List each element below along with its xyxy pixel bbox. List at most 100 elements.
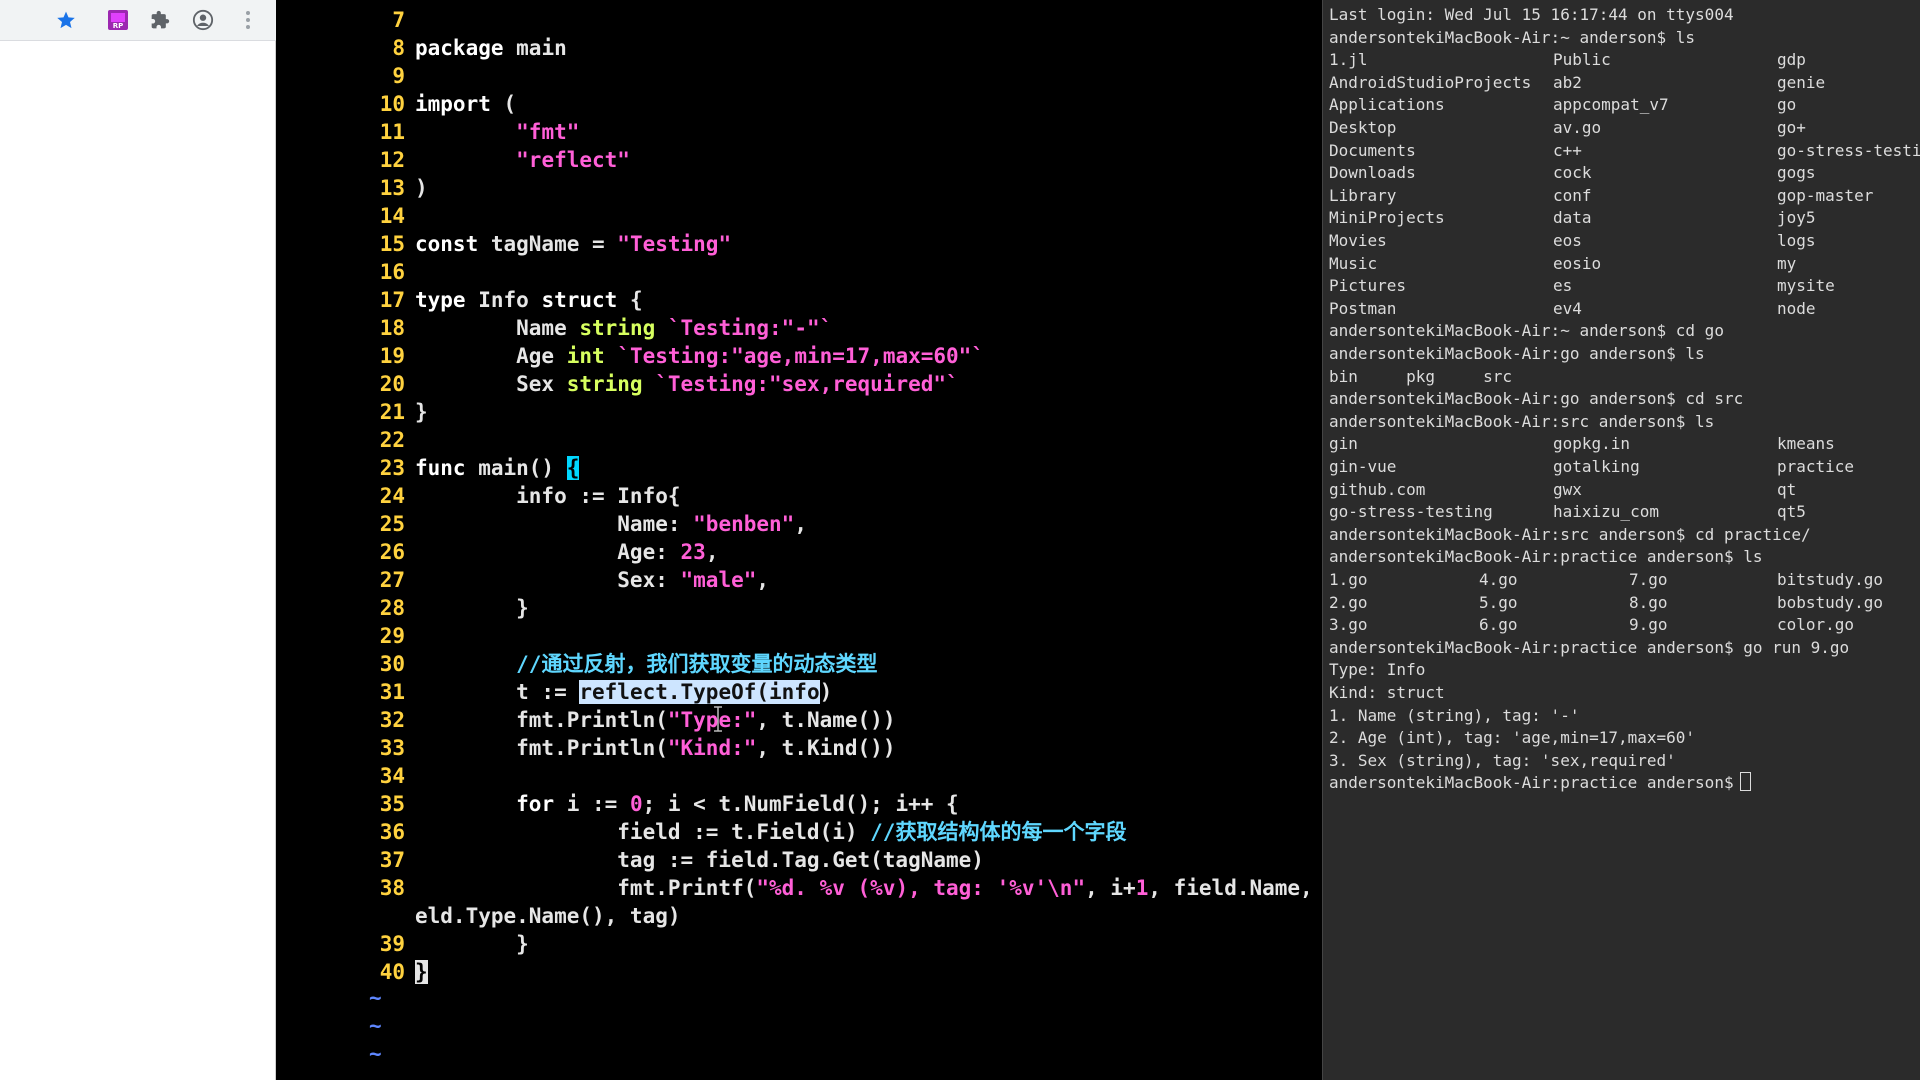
code-line[interactable]: 28 } [277, 594, 1321, 622]
code-text[interactable]: import ( [415, 90, 516, 118]
code-text[interactable]: type Info struct { [415, 286, 643, 314]
code-text[interactable]: fmt.Println("Kind:", t.Kind()) [415, 734, 895, 762]
code-line[interactable]: 12 "reflect" [277, 146, 1321, 174]
line-number: 14 [379, 204, 405, 228]
code-line[interactable]: 25 Name: "benben", [277, 510, 1321, 538]
code-text[interactable]: const tagName = "Testing" [415, 230, 731, 258]
code-line[interactable]: 10 import ( [277, 90, 1321, 118]
code-line[interactable]: 33 fmt.Println("Kind:", t.Kind()) [277, 734, 1321, 762]
ls-entry: gop-master [1777, 185, 1874, 205]
line-number: 33 [379, 736, 405, 760]
code-line[interactable]: 8 package main [277, 34, 1321, 62]
ls-entry: practice [1777, 457, 1855, 476]
code-line[interactable]: 38 fmt.Printf("%d. %v (%v), tag: '%v'\n"… [277, 874, 1351, 902]
code-line[interactable]: 11 "fmt" [277, 118, 1321, 146]
code-line[interactable]: 36 field := t.Field(i) //获取结构体的每一个字段 [277, 818, 1321, 846]
code-text[interactable]: fmt.Printf("%d. %v (%v), tag: '%v'\n", i… [415, 874, 1350, 902]
ls-entry: gin [1329, 434, 1358, 454]
ls-entry: 4.go [1479, 570, 1518, 589]
code-text[interactable]: Sex: "male", [415, 566, 769, 594]
code-text[interactable]: fmt.Println("Type:", t.Name()) [415, 706, 895, 734]
code-line[interactable]: 27 Sex: "male", [277, 566, 1321, 594]
star-icon[interactable] [54, 8, 78, 32]
code-text[interactable]: Age: 23, [415, 538, 718, 566]
line-number: 9 [392, 64, 405, 88]
line-number: 18 [379, 316, 405, 340]
code-text[interactable]: "reflect" [415, 146, 630, 174]
menu-dots-icon[interactable] [236, 8, 260, 32]
line-number: 35 [379, 792, 405, 816]
code-text[interactable]: eld.Type.Name(), tag) [415, 902, 681, 930]
ls-entry: my [1777, 253, 1797, 273]
code-line[interactable]: 9 [277, 62, 1321, 90]
extension-rp-icon[interactable]: RP [106, 8, 130, 32]
code-line[interactable]: 35 for i := 0; i < t.NumField(); i++ { [277, 790, 1321, 818]
code-line[interactable]: 31 t := reflect.TypeOf(info) [277, 678, 1321, 706]
code-text[interactable]: info := Info{ [415, 482, 680, 510]
ls-entry: logs [1777, 231, 1816, 250]
code-line[interactable]: 40} [277, 958, 1321, 986]
code-line[interactable]: 17 type Info struct { [277, 286, 1321, 314]
code-text[interactable]: } [415, 958, 428, 986]
code-text[interactable]: t := reflect.TypeOf(info) [415, 678, 832, 706]
ls-entry: ab2 [1553, 72, 1582, 92]
code-line[interactable]: 23 func main() { [277, 454, 1321, 482]
ls-entry: Downloads [1329, 163, 1416, 183]
code-text[interactable]: Sex string `Testing:"sex,required"` [415, 370, 959, 398]
code-text[interactable]: package main [415, 34, 567, 62]
line-number: 23 [379, 456, 405, 480]
code-line[interactable]: 30 //通过反射，我们获取变量的动态类型 [277, 650, 1321, 678]
code-line[interactable]: 16 [277, 258, 1321, 286]
profile-icon[interactable] [191, 8, 215, 32]
vim-editor[interactable]: 7 8 package main 9 10 import (11 "fmt" 12 "ref… [277, 0, 1351, 1080]
terminal-window[interactable]: Last login: Wed Jul 15 16:17:44 on ttys0… [1322, 0, 1920, 1080]
code-text[interactable]: Name: "benben", [415, 510, 807, 538]
code-line[interactable]: 29 [277, 622, 1321, 650]
ls-entry: 8.go [1629, 592, 1668, 612]
code-line[interactable]: 39 } [277, 930, 1321, 958]
ls-entry: go-stress-testing [1329, 502, 1493, 522]
code-text[interactable]: tag := field.Tag.Get(tagName) [415, 846, 984, 874]
terminal-line: AndroidStudioProjects ab2 genie [1329, 72, 1919, 94]
code-text[interactable]: Name string `Testing:"-"` [415, 314, 832, 342]
code-line[interactable]: 37 tag := field.Tag.Get(tagName) [277, 846, 1321, 874]
code-text[interactable]: //通过反射，我们获取变量的动态类型 [415, 650, 877, 678]
line-number: 40 [379, 960, 405, 984]
terminal-line: 3.go 6.go 9.go color.go [1329, 614, 1919, 636]
code-text[interactable]: field := t.Field(i) //获取结构体的每一个字段 [415, 818, 1126, 846]
code-line[interactable]: 13) [277, 174, 1321, 202]
code-line[interactable]: 15 const tagName = "Testing" [277, 230, 1321, 258]
code-line[interactable]: 26 Age: 23, [277, 538, 1321, 566]
line-number: 24 [379, 484, 405, 508]
code-text[interactable]: for i := 0; i < t.NumField(); i++ { [415, 790, 959, 818]
code-text[interactable]: Age int `Testing:"age,min=17,max=60"` [415, 342, 984, 370]
code-line[interactable]: 21} [277, 398, 1321, 426]
code-text[interactable]: "fmt" [415, 118, 579, 146]
code-text[interactable]: } [415, 594, 529, 622]
code-line[interactable]: 19 Age int `Testing:"age,min=17,max=60"` [277, 342, 1321, 370]
code-line[interactable]: eld.Type.Name(), tag) [277, 902, 1321, 930]
tilde-3: ~ [369, 1042, 382, 1066]
code-text[interactable]: } [415, 930, 529, 958]
code-line[interactable]: 22 [277, 426, 1321, 454]
ls-entry: bobstudy.go [1777, 592, 1883, 612]
terminal-prompt[interactable]: andersontekiMacBook-Air:practice anderso… [1329, 772, 1919, 794]
terminal-line: Pictures es mysite [1329, 275, 1919, 297]
code-text[interactable]: ) [415, 174, 428, 202]
code-line[interactable]: 18 Name string `Testing:"-"` [277, 314, 1321, 342]
puzzle-icon[interactable] [148, 8, 172, 32]
code-line[interactable]: 14 [277, 202, 1321, 230]
code-line[interactable]: 20 Sex string `Testing:"sex,required"` [277, 370, 1321, 398]
code-line[interactable]: 34 [277, 762, 1321, 790]
ls-entry: node [1777, 298, 1816, 318]
code-text[interactable]: func main() { [415, 454, 580, 482]
ls-entry: gdp [1777, 50, 1806, 70]
code-line[interactable]: 24 info := Info{ [277, 482, 1321, 510]
line-number: 29 [379, 624, 405, 648]
code-line[interactable]: 7 [277, 6, 1321, 34]
code-text[interactable]: } [415, 398, 428, 426]
code-line[interactable]: 32 fmt.Println("Type:", t.Name()) [277, 706, 1321, 734]
line-number: 38 [379, 876, 405, 900]
ls-entry: Movies [1329, 231, 1387, 250]
line-number: 30 [379, 652, 405, 676]
